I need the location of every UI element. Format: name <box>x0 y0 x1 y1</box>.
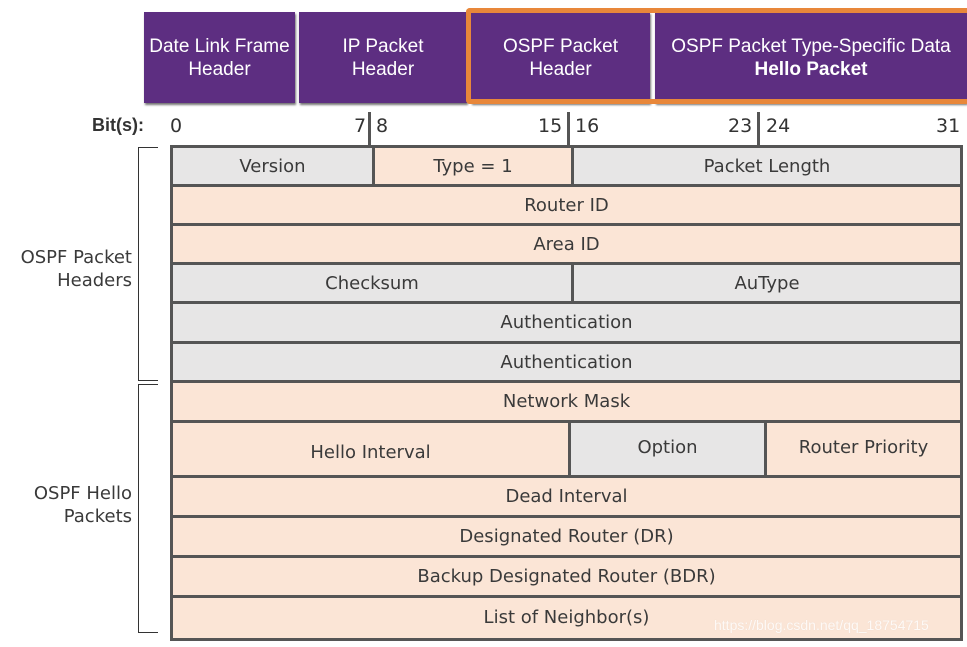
bit-divider <box>567 112 570 145</box>
table-row: Authentication <box>170 344 963 383</box>
field-authentication: Authentication <box>173 304 960 341</box>
field-network-mask: Network Mask <box>173 383 960 420</box>
table-row: Backup Designated Router (BDR) <box>170 558 963 598</box>
field-router-priority: Router Priority <box>764 423 960 475</box>
ospf-packet-format-table: Version Type = 1 Packet Length Router ID… <box>170 145 963 641</box>
section-label-text: OSPF Packet Headers <box>20 247 132 291</box>
header-data-link-frame: Date Link Frame Header <box>144 12 295 103</box>
table-row: Authentication <box>170 304 963 344</box>
bit-tick-label: 23 <box>728 115 753 137</box>
table-row: Dead Interval <box>170 478 963 518</box>
bits-label: Bit(s): <box>92 115 144 135</box>
header-ip-packet: IP Packet Header <box>299 12 467 103</box>
bit-tick-label: 8 <box>376 115 389 137</box>
table-row: Designated Router (DR) <box>170 518 963 558</box>
bit-tick-label: 0 <box>170 115 183 137</box>
table-row: Checksum AuType <box>170 265 963 304</box>
field-hello-interval: Hello Interval <box>173 423 568 475</box>
field-autype: AuType <box>571 265 960 301</box>
table-row: Hello Interval Option Router Priority <box>170 423 963 478</box>
bit-tick-label: 16 <box>575 115 600 137</box>
section-label-ospf-packet-headers: OSPF Packet Headers <box>0 246 132 292</box>
field-backup-designated-router: Backup Designated Router (BDR) <box>173 558 960 595</box>
field-authentication: Authentication <box>173 344 960 380</box>
bit-divider <box>368 112 371 145</box>
table-row: Network Mask <box>170 383 963 423</box>
field-packet-length: Packet Length <box>571 148 960 184</box>
table-row: Version Type = 1 Packet Length <box>170 145 963 187</box>
field-option: Option <box>568 423 764 475</box>
bit-tick-label: 31 <box>936 115 961 137</box>
bit-tick-label: 15 <box>538 115 563 137</box>
table-row: Area ID <box>170 226 963 265</box>
field-checksum: Checksum <box>173 265 571 301</box>
field-type: Type = 1 <box>372 148 571 184</box>
section-label-text: OSPF Hello Packets <box>33 483 132 527</box>
header-label: IP Packet Header <box>342 35 424 80</box>
table-row: Router ID <box>170 187 963 226</box>
bracket-packet-headers <box>138 147 158 381</box>
bit-tick-label: 7 <box>354 115 367 137</box>
bracket-hello-packets <box>138 384 158 633</box>
bit-tick-label: 24 <box>766 115 791 137</box>
header-label: Date Link Frame Header <box>149 35 290 80</box>
field-router-id: Router ID <box>173 187 960 223</box>
field-version: Version <box>173 148 372 184</box>
bit-divider <box>757 112 760 145</box>
ospf-highlight-frame <box>466 8 967 104</box>
field-designated-router: Designated Router (DR) <box>173 518 960 555</box>
field-area-id: Area ID <box>173 226 960 262</box>
watermark: https://blog.csdn.net/qq_18754715 <box>714 617 929 633</box>
section-label-ospf-hello-packets: OSPF Hello Packets <box>0 482 132 528</box>
field-dead-interval: Dead Interval <box>173 478 960 515</box>
